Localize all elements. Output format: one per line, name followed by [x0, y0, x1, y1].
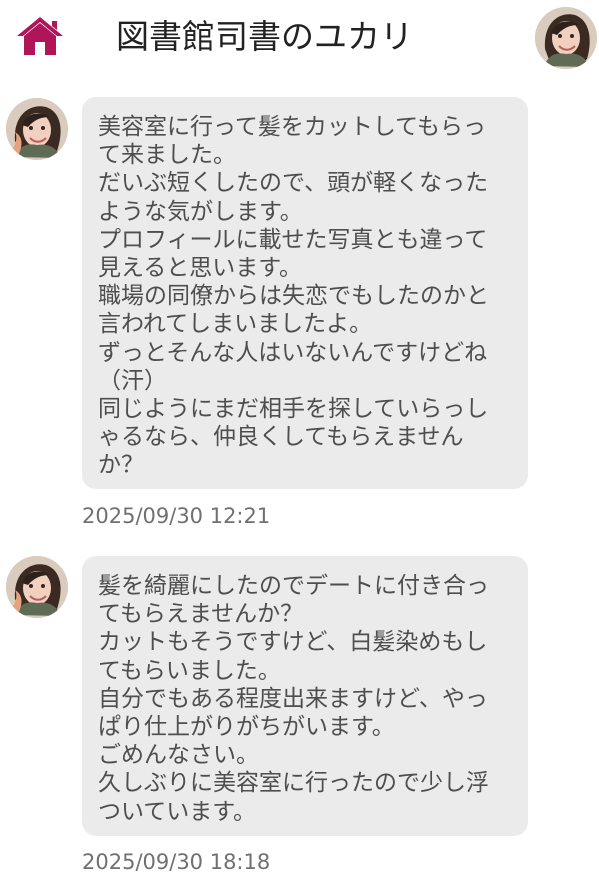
home-button[interactable] — [14, 14, 66, 58]
message-timestamp: 2025/09/30 18:18 — [82, 850, 271, 874]
chat-header: 図書館司書のユカリ — [0, 0, 599, 74]
profile-avatar[interactable] — [535, 7, 597, 69]
home-icon — [17, 17, 63, 55]
message-avatar[interactable] — [6, 556, 68, 618]
message-avatar-image — [6, 98, 68, 160]
message-avatar[interactable] — [6, 98, 68, 160]
message-bubble: 美容室に行って髪をカットしてもらっ て来ました。 だいぶ短くしたので、頭が軽くな… — [82, 97, 528, 489]
profile-avatar-image — [535, 7, 597, 69]
message-avatar-image — [6, 556, 68, 618]
page-title: 図書館司書のユカリ — [116, 17, 413, 56]
message-timestamp: 2025/09/30 12:21 — [82, 504, 271, 528]
message-bubble: 髪を綺麗にしたのでデートに付き合っ てもらえませんか？ カットもそうですけど、白… — [82, 556, 528, 836]
